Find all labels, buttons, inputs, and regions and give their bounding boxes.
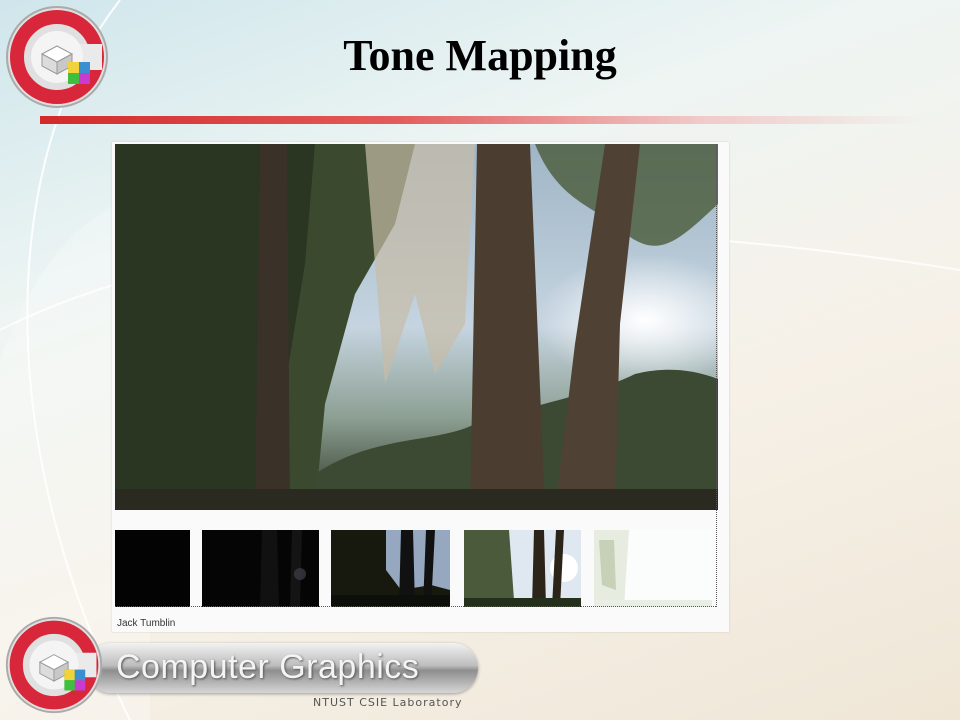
brand-subtitle: NTUST CSIE Laboratory <box>313 696 463 709</box>
exposure-thumbnail <box>331 530 450 607</box>
tone-mapped-photo <box>115 144 718 510</box>
tone-mapping-figure: Jack Tumblin <box>112 142 729 632</box>
title-divider <box>40 116 920 124</box>
exposure-thumbnail <box>115 530 190 607</box>
image-credit: Jack Tumblin <box>117 618 176 629</box>
figure-border <box>115 606 716 607</box>
exposure-thumbnail <box>464 530 581 607</box>
exposure-thumbnail <box>202 530 319 607</box>
brand-name: Computer Graphics <box>116 648 420 686</box>
lab-logo-icon <box>5 616 103 714</box>
slide-title: Tone Mapping <box>343 31 617 80</box>
figure-border <box>716 144 717 607</box>
exposure-thumbnail <box>594 530 712 607</box>
